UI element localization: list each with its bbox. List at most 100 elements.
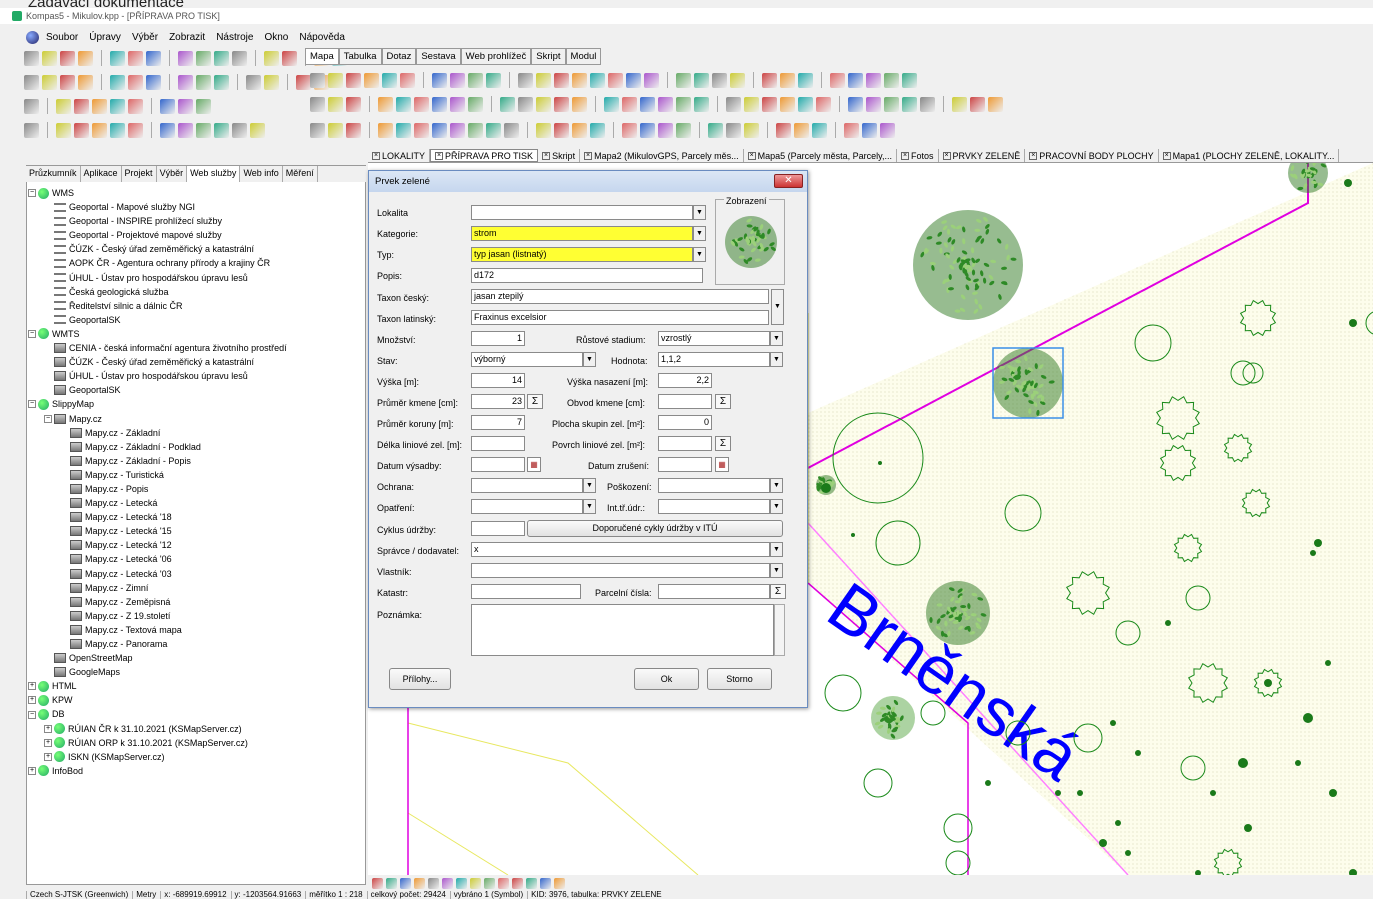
toolbar-tool-icon[interactable]: [24, 74, 39, 90]
opatreni-field[interactable]: [471, 499, 583, 514]
document-tab-0[interactable]: × LOKALITY: [368, 149, 431, 162]
ribbon-tab-6[interactable]: Modul: [565, 48, 602, 64]
collapse-icon[interactable]: −: [28, 400, 36, 409]
stav-field[interactable]: výborný: [471, 352, 583, 367]
toolbar-tool-icon[interactable]: [988, 96, 1003, 112]
prumer-koruny-field[interactable]: 7: [471, 415, 525, 430]
expand-icon[interactable]: +: [28, 766, 36, 775]
panel-tab-5[interactable]: Web info: [240, 166, 283, 182]
toolbar-tool-icon[interactable]: [884, 96, 899, 112]
toolbar-tool-icon[interactable]: [762, 96, 777, 112]
toolbar-tool-icon[interactable]: [110, 74, 125, 90]
int-tr-udr-field[interactable]: [658, 499, 770, 514]
tree-node[interactable]: Mapy.cz - Letecká '06: [28, 552, 364, 566]
tree-node[interactable]: + RÚIAN ORP k 31.10.2021 (KSMapServer.cz): [28, 736, 364, 750]
panel-tab-3[interactable]: Výběr: [157, 166, 188, 182]
poznamka-field[interactable]: [471, 604, 774, 656]
map-tool-icon[interactable]: [400, 877, 411, 889]
toolbar-tool-icon[interactable]: [364, 72, 379, 88]
toolbar-tool-icon[interactable]: [744, 96, 759, 112]
map-tool-icon[interactable]: [498, 877, 509, 889]
poznamka-scrollbar[interactable]: [774, 604, 785, 656]
tree-node[interactable]: − WMTS: [28, 327, 364, 341]
close-tab-icon[interactable]: ×: [942, 151, 951, 160]
expand-icon[interactable]: +: [28, 682, 36, 691]
map-tool-icon[interactable]: [484, 877, 495, 889]
opatreni-dropdown-arrow[interactable]: ▼: [583, 499, 596, 514]
toolbar-tool-icon[interactable]: [128, 50, 143, 66]
collapse-icon[interactable]: −: [44, 414, 52, 423]
typ-field[interactable]: typ jasan (listnatý): [471, 247, 693, 262]
toolbar-tool-icon[interactable]: [486, 72, 501, 88]
toolbar-tool-icon[interactable]: [378, 96, 393, 112]
toolbar-tool-icon[interactable]: [468, 122, 483, 138]
tree-node[interactable]: GeoportalSK: [28, 383, 364, 397]
toolbar-tool-icon[interactable]: [346, 72, 361, 88]
toolbar-tool-icon[interactable]: [74, 122, 89, 138]
toolbar-tool-icon[interactable]: [780, 96, 795, 112]
toolbar-tool-icon[interactable]: [196, 74, 211, 90]
toolbar-tool-icon[interactable]: [264, 74, 279, 90]
toolbar-tool-icon[interactable]: [128, 98, 143, 114]
tree-node[interactable]: + HTML: [28, 679, 364, 693]
poskozeni-dropdown-arrow[interactable]: ▼: [770, 478, 783, 493]
tree-node[interactable]: Mapy.cz - Letecká: [28, 496, 364, 510]
toolbar-tool-icon[interactable]: [572, 96, 587, 112]
storno-button[interactable]: Storno: [707, 668, 772, 690]
rustove-stadium-dropdown-arrow[interactable]: ▼: [770, 331, 783, 346]
toolbar-tool-icon[interactable]: [378, 122, 393, 138]
toolbar-tool-icon[interactable]: [60, 50, 75, 66]
tree-node[interactable]: Mapy.cz - Turistická: [28, 468, 364, 482]
tree-node[interactable]: + RÚIAN ČR k 31.10.2021 (KSMapServer.cz): [28, 722, 364, 736]
close-button[interactable]: ✕: [774, 174, 803, 188]
toolbar-tool-icon[interactable]: [518, 72, 533, 88]
toolbar-tool-icon[interactable]: [880, 122, 895, 138]
toolbar-tool-icon[interactable]: [504, 122, 519, 138]
poskozeni-field[interactable]: [658, 478, 770, 493]
tree-node[interactable]: Mapy.cz - Základní - Popis: [28, 454, 364, 468]
map-tool-icon[interactable]: [554, 877, 565, 889]
toolbar-tool-icon[interactable]: [572, 72, 587, 88]
toolbar-tool-icon[interactable]: [830, 72, 845, 88]
document-tab-2[interactable]: × Skript: [538, 149, 581, 162]
toolbar-tool-icon[interactable]: [24, 122, 39, 138]
toolbar-tool-icon[interactable]: [626, 72, 641, 88]
toolbar-tool-icon[interactable]: [744, 122, 759, 138]
toolbar-tool-icon[interactable]: [608, 72, 623, 88]
tree-node[interactable]: GeoportalSK: [28, 313, 364, 327]
tree-node[interactable]: Ředitelství silnic a dálnic ČR: [28, 299, 364, 313]
delka-liniove-field[interactable]: [471, 436, 525, 451]
menu-item-3[interactable]: Zobrazit: [169, 32, 205, 43]
vyska-field[interactable]: 14: [471, 373, 525, 388]
map-tool-icon[interactable]: [414, 877, 425, 889]
toolbar-tool-icon[interactable]: [848, 96, 863, 112]
vlastnik-field[interactable]: [471, 563, 770, 578]
collapse-icon[interactable]: −: [28, 329, 36, 338]
document-tab-6[interactable]: × PRVKY ZELENĚ: [939, 149, 1026, 162]
toolbar-tool-icon[interactable]: [572, 122, 587, 138]
toolbar-tool-icon[interactable]: [590, 72, 605, 88]
menu-item-4[interactable]: Nástroje: [216, 32, 253, 43]
tree-node[interactable]: Mapy.cz - Letecká '12: [28, 538, 364, 552]
ribbon-tab-4[interactable]: Web prohlížeč: [460, 48, 532, 64]
taxon-cesky-field[interactable]: jasan ztepilý: [471, 289, 769, 304]
panel-tab-0[interactable]: Průzkumník: [26, 166, 81, 182]
rustove-stadium-field[interactable]: vzrostlý: [658, 331, 770, 346]
panel-tab-2[interactable]: Projekt: [122, 166, 157, 182]
toolbar-tool-icon[interactable]: [74, 98, 89, 114]
panel-tab-4[interactable]: Web služby: [187, 166, 241, 182]
toolbar-tool-icon[interactable]: [798, 72, 813, 88]
document-tab-1[interactable]: × PŘÍPRAVA PRO TISK: [430, 149, 539, 162]
toolbar-tool-icon[interactable]: [658, 96, 673, 112]
toolbar-tool-icon[interactable]: [518, 96, 533, 112]
spravce-field[interactable]: x: [471, 542, 770, 557]
toolbar-tool-icon[interactable]: [866, 96, 881, 112]
toolbar-tool-icon[interactable]: [644, 72, 659, 88]
toolbar-tool-icon[interactable]: [694, 96, 709, 112]
menu-item-6[interactable]: Nápověda: [299, 32, 345, 43]
tree-node[interactable]: Mapy.cz - Letecká '03: [28, 567, 364, 581]
close-tab-icon[interactable]: ×: [1029, 151, 1038, 160]
toolbar-tool-icon[interactable]: [110, 122, 125, 138]
toolbar-tool-icon[interactable]: [432, 122, 447, 138]
toolbar-tool-icon[interactable]: [762, 72, 777, 88]
